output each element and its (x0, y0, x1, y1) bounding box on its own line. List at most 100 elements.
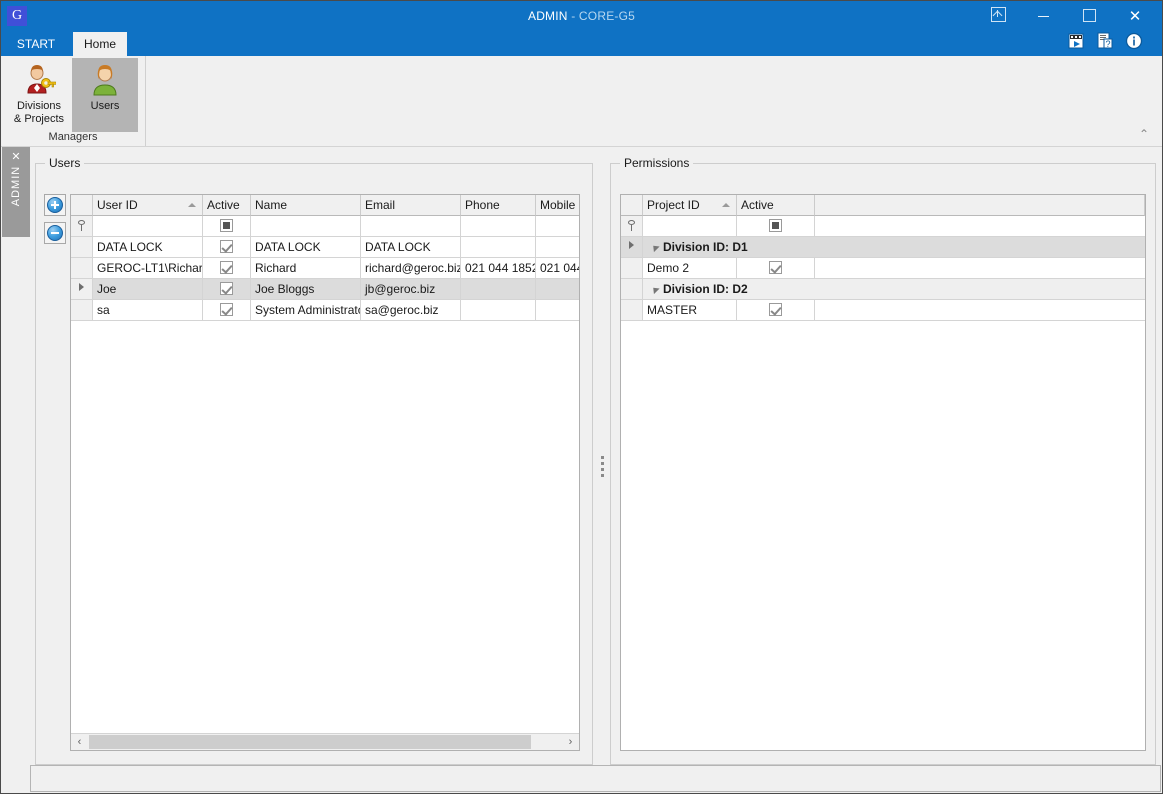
group-row[interactable]: Division ID: D1 (621, 237, 1145, 258)
panel-splitter[interactable] (596, 163, 608, 763)
close-button[interactable]: ✕ (1112, 1, 1158, 32)
cell-mobile[interactable] (536, 279, 579, 300)
collapse-group-icon[interactable] (650, 284, 660, 295)
filter-row-indicator (621, 216, 643, 237)
group-row-label[interactable]: Division ID: D2 (643, 279, 1145, 300)
current-row-arrow-icon (79, 283, 84, 291)
table-row[interactable]: MASTER (621, 300, 1145, 321)
tab-home[interactable]: Home (73, 32, 127, 56)
ribbon-button-users[interactable]: Users (72, 58, 138, 132)
row-indicator (71, 279, 93, 300)
filter-phone[interactable] (461, 216, 536, 237)
cell-email[interactable]: jb@geroc.biz (361, 279, 461, 300)
checkbox-indeterminate-icon[interactable] (769, 219, 782, 232)
table-row[interactable]: sa System Administrator sa@geroc.biz (71, 300, 579, 321)
cell-active[interactable] (203, 237, 251, 258)
table-row[interactable]: DATA LOCK DATA LOCK DATA LOCK (71, 237, 579, 258)
scroll-left-icon[interactable]: ‹ (71, 734, 88, 750)
minimize-button[interactable] (1020, 1, 1066, 32)
cell-mobile[interactable] (536, 237, 579, 258)
cell-name[interactable]: System Administrator (251, 300, 361, 321)
cell-email[interactable]: sa@geroc.biz (361, 300, 461, 321)
column-header-mobile[interactable]: Mobile (536, 195, 579, 216)
filter-name[interactable] (251, 216, 361, 237)
cell-email[interactable]: richard@geroc.biz (361, 258, 461, 279)
checkbox-checked-icon[interactable] (220, 261, 233, 274)
users-grid-hscrollbar[interactable]: ‹ › (71, 733, 579, 750)
group-row[interactable]: Division ID: D2 (621, 279, 1145, 300)
cell-active[interactable] (203, 279, 251, 300)
ribbon-button-divisions-projects[interactable]: Divisions & Projects (6, 58, 72, 132)
users-grid[interactable]: User ID Active Name Email Phone Mobile D… (70, 194, 580, 751)
sort-ascending-icon (722, 203, 730, 207)
maximize-button[interactable] (1066, 1, 1112, 32)
status-bar (30, 765, 1161, 792)
cell-user-id[interactable]: Joe (93, 279, 203, 300)
cell-active[interactable] (203, 258, 251, 279)
cell-mobile[interactable]: 021 044 1 (536, 258, 579, 279)
checkbox-checked-icon[interactable] (220, 282, 233, 295)
table-row[interactable]: Joe Joe Bloggs jb@geroc.biz (71, 279, 579, 300)
column-header-name[interactable]: Name (251, 195, 361, 216)
collapse-group-icon[interactable] (650, 242, 660, 253)
group-row-label[interactable]: Division ID: D1 (643, 237, 1145, 258)
filter-email[interactable] (361, 216, 461, 237)
ribbon-button-label-line1: Users (90, 100, 120, 112)
filter-active[interactable] (203, 216, 251, 237)
media-icon[interactable] (1066, 31, 1086, 51)
users-grid-filter-row[interactable] (71, 216, 579, 237)
cell-name[interactable]: Richard (251, 258, 361, 279)
cell-phone[interactable] (461, 279, 536, 300)
tab-start[interactable]: START (9, 32, 63, 56)
plus-icon (47, 197, 63, 213)
permissions-grid-filter-row[interactable] (621, 216, 1145, 237)
cell-project-id[interactable]: Demo 2 (643, 258, 737, 279)
checkbox-checked-icon[interactable] (769, 303, 782, 316)
help-document-icon[interactable]: ? (1095, 31, 1115, 51)
cell-user-id[interactable]: DATA LOCK (93, 237, 203, 258)
cell-phone[interactable] (461, 300, 536, 321)
filter-user-id[interactable] (93, 216, 203, 237)
window-title-main: ADMIN (527, 9, 568, 23)
column-header-phone[interactable]: Phone (461, 195, 536, 216)
cell-active[interactable] (203, 300, 251, 321)
scroll-right-icon[interactable]: › (562, 734, 579, 750)
cell-user-id[interactable]: GEROC-LT1\Richard (93, 258, 203, 279)
cell-project-id[interactable]: MASTER (643, 300, 737, 321)
filter-pin-icon (77, 220, 86, 231)
column-header-active[interactable]: Active (203, 195, 251, 216)
cell-active[interactable] (737, 300, 815, 321)
row-indicator (71, 237, 93, 258)
column-header-project-id[interactable]: Project ID (643, 195, 737, 216)
cell-name[interactable]: Joe Bloggs (251, 279, 361, 300)
checkbox-checked-icon[interactable] (220, 303, 233, 316)
info-icon[interactable] (1124, 31, 1144, 51)
row-indicator-header (71, 195, 93, 216)
cell-user-id[interactable]: sa (93, 300, 203, 321)
column-header-user-id[interactable]: User ID (93, 195, 203, 216)
scrollbar-thumb[interactable] (89, 735, 531, 749)
column-header-email[interactable]: Email (361, 195, 461, 216)
cell-name[interactable]: DATA LOCK (251, 237, 361, 258)
checkbox-checked-icon[interactable] (769, 261, 782, 274)
cell-mobile[interactable] (536, 300, 579, 321)
minus-icon (47, 225, 63, 241)
table-row[interactable]: GEROC-LT1\Richard Richard richard@geroc.… (71, 258, 579, 279)
dock-tab-admin[interactable]: ✕ ADMIN (2, 147, 30, 237)
cell-phone[interactable]: 021 044 1852 (461, 258, 536, 279)
cell-email[interactable]: DATA LOCK (361, 237, 461, 258)
checkbox-indeterminate-icon[interactable] (220, 219, 233, 232)
filter-mobile[interactable] (536, 216, 579, 237)
table-row[interactable]: Demo 2 (621, 258, 1145, 279)
filter-active[interactable] (737, 216, 815, 237)
ribbon-collapse-icon[interactable]: ⌃ (1136, 126, 1152, 142)
remove-user-button[interactable] (44, 222, 66, 244)
checkbox-checked-icon[interactable] (220, 240, 233, 253)
add-user-button[interactable] (44, 194, 66, 216)
column-header-active[interactable]: Active (737, 195, 815, 216)
permissions-grid[interactable]: Project ID Active Division ID: D1 Demo 2… (620, 194, 1146, 751)
restore-button[interactable] (975, 1, 1021, 32)
cell-active[interactable] (737, 258, 815, 279)
cell-phone[interactable] (461, 237, 536, 258)
filter-project-id[interactable] (643, 216, 737, 237)
